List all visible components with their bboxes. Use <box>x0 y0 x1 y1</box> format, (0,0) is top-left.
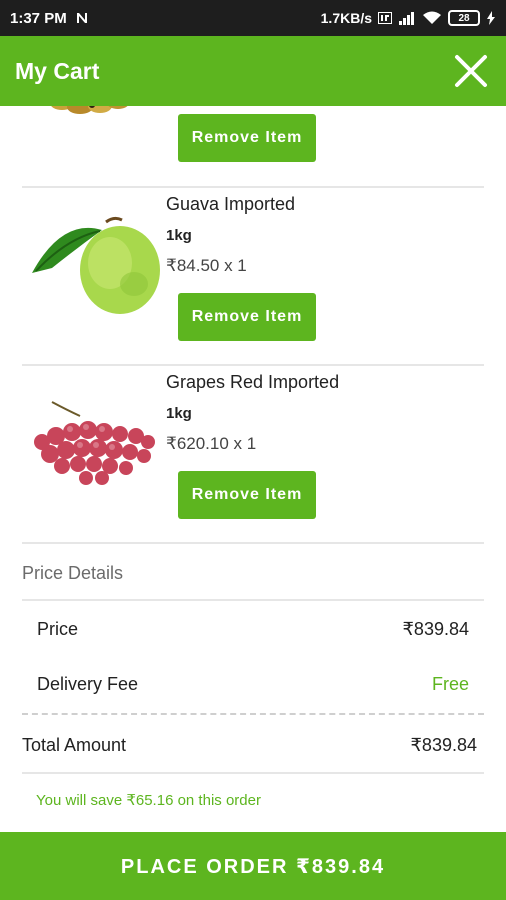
product-name: Guava Imported <box>166 194 296 214</box>
close-icon <box>455 55 487 87</box>
notification-n-icon <box>75 11 89 25</box>
product-image <box>22 106 162 176</box>
place-order-button[interactable]: PLACE ORDER ₹839.84 <box>0 832 506 900</box>
savings-note: You will save ₹65.16 on this order <box>36 792 261 809</box>
price-label: Price <box>37 619 79 639</box>
battery-icon: 28 <box>448 10 480 26</box>
product-name: Grapes Red Imported <box>166 372 340 392</box>
price-row: Price ₹839.84 <box>37 619 469 640</box>
product-quantity: 1kg <box>166 227 192 244</box>
remove-item-button[interactable]: Remove Item <box>178 471 316 519</box>
product-image <box>22 392 162 502</box>
divider <box>22 772 484 774</box>
divider <box>22 542 484 544</box>
cart-list[interactable]: Remove Item Guava Imported 1kg ₹84.50 x … <box>0 106 506 832</box>
divider <box>22 186 484 188</box>
delivery-fee-value: Free <box>431 674 469 694</box>
close-button[interactable] <box>451 51 491 91</box>
signal-icon <box>398 11 416 25</box>
remove-item-button[interactable]: Remove Item <box>178 293 316 341</box>
divider <box>22 364 484 366</box>
product-quantity: 1kg <box>166 405 192 422</box>
delivery-fee-label: Delivery Fee <box>37 674 139 694</box>
status-bar: 1:37 PM 1.7KB/s 28 <box>0 0 506 36</box>
page-title: My Cart <box>15 57 100 84</box>
product-price: ₹620.10 x 1 <box>166 434 257 453</box>
charging-icon <box>486 11 496 25</box>
price-value: ₹839.84 <box>402 619 469 639</box>
total-amount-value: ₹839.84 <box>410 735 477 755</box>
delivery-fee-row: Delivery Fee Free <box>37 674 469 695</box>
divider <box>22 599 484 601</box>
status-time: 1:37 PM <box>10 9 67 27</box>
total-amount-label: Total Amount <box>22 735 127 755</box>
wifi-icon <box>422 11 442 25</box>
cart-item: Remove Item <box>22 106 484 186</box>
remove-item-button[interactable]: Remove Item <box>178 114 316 162</box>
dashed-divider <box>22 713 484 715</box>
total-amount-row: Total Amount ₹839.84 <box>22 735 477 756</box>
network-speed: 1.7KB/s <box>320 10 372 26</box>
product-price: ₹84.50 x 1 <box>166 256 247 275</box>
cart-item: Guava Imported 1kg ₹84.50 x 1 Remove Ite… <box>22 194 484 364</box>
price-details-title: Price Details <box>22 563 124 583</box>
cart-item: Grapes Red Imported 1kg ₹620.10 x 1 Remo… <box>22 372 484 542</box>
product-image <box>22 208 162 318</box>
app-bar: My Cart <box>0 36 506 106</box>
volte-icon <box>378 12 392 24</box>
